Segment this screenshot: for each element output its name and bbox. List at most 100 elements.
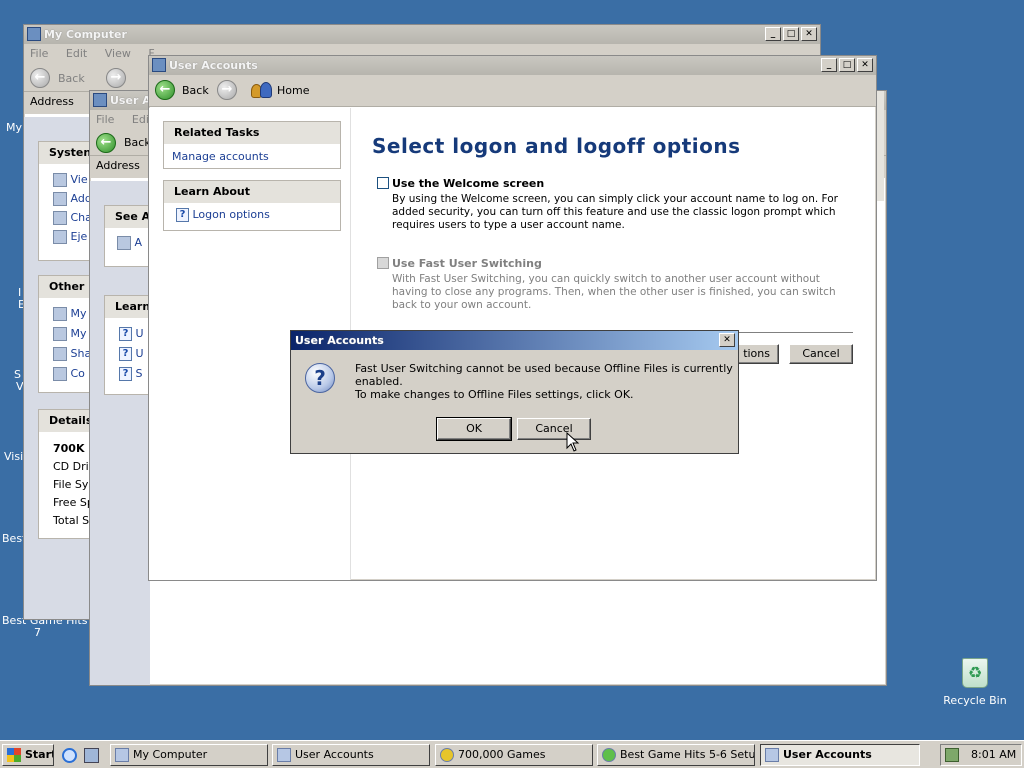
accounts-icon <box>117 236 131 250</box>
user-accounts-mid-title: User A <box>110 94 151 107</box>
mid-learn-item-2[interactable]: U <box>136 347 144 360</box>
close-button[interactable]: ✕ <box>857 58 873 72</box>
other-place-4[interactable]: Co <box>71 367 85 380</box>
mid-menu-file[interactable]: File <box>96 113 114 126</box>
my-computer-titlebar[interactable]: My Computer _ □ ✕ <box>24 25 820 44</box>
welcome-screen-label[interactable]: Use the Welcome screen <box>392 177 544 190</box>
user-accounts-titlebar[interactable]: User Accounts _ □ ✕ <box>149 56 876 75</box>
forward-arrow-icon[interactable]: → <box>106 68 126 88</box>
back-label[interactable]: Back <box>182 84 209 97</box>
cancel-button[interactable]: Cancel <box>789 344 853 364</box>
menu-edit[interactable]: Edit <box>66 47 87 60</box>
user-accounts-window[interactable]: User Accounts _ □ ✕ ← Back → Home Relate… <box>148 55 877 581</box>
mid-learn-item-3[interactable]: S <box>136 367 143 380</box>
dialog-message: Fast User Switching cannot be used becau… <box>355 362 733 388</box>
help-icon: ? <box>119 347 132 361</box>
home-label[interactable]: Home <box>277 84 309 97</box>
home-users-icon[interactable] <box>251 81 273 99</box>
ok-button[interactable]: OK <box>436 417 512 441</box>
users-icon <box>765 748 779 762</box>
task-700000-games-label: 700,000 Games <box>458 748 546 761</box>
network-icon <box>53 307 67 321</box>
game-disc-icon <box>440 748 454 762</box>
windows-logo-icon <box>7 748 21 762</box>
task-700000-games[interactable]: 700,000 Games <box>435 744 593 766</box>
my-computer-title: My Computer <box>44 28 127 41</box>
maximize-button[interactable]: □ <box>839 58 855 72</box>
task-my-computer[interactable]: My Computer <box>110 744 268 766</box>
learn-about-panel: Learn About ? Logon options <box>163 180 341 231</box>
recycle-bin-icon: ♻ <box>962 658 988 688</box>
learn-about-heading: Learn About <box>164 181 340 203</box>
clock[interactable]: 8:01 AM <box>971 748 1016 761</box>
system-task-4[interactable]: Eje <box>71 230 88 243</box>
quick-launch-ie-icon[interactable] <box>62 748 77 763</box>
mid-see-also-panel: See A A <box>104 205 152 267</box>
help-icon: ? <box>119 327 132 341</box>
computer-icon <box>27 27 41 41</box>
other-place-2[interactable]: My <box>71 327 87 340</box>
mid-menu-edit[interactable]: Edi <box>132 113 149 126</box>
documents-icon <box>53 327 67 341</box>
task-best-game-hits[interactable]: Best Game Hits 5-6 Setup <box>597 744 755 766</box>
quick-launch-desktop-icon[interactable] <box>84 748 99 763</box>
task-user-accounts-2-label: User Accounts <box>783 748 872 761</box>
start-button[interactable]: Start <box>2 744 54 766</box>
minimize-button[interactable]: _ <box>765 27 781 41</box>
system-task-1[interactable]: Vie <box>71 173 88 186</box>
desktop-label-my[interactable]: My <box>6 121 22 134</box>
desktop-label-7[interactable]: 7 <box>34 626 41 639</box>
maximize-button[interactable]: □ <box>783 27 799 41</box>
users-icon <box>152 58 166 72</box>
question-icon: ? <box>305 363 335 393</box>
fast-user-switching-checkbox[interactable] <box>377 257 389 269</box>
recycle-bin[interactable]: ♻ Recycle Bin <box>940 656 1010 708</box>
fast-user-switching-desc: With Fast User Switching, you can quickl… <box>392 273 836 311</box>
users-icon <box>277 748 291 762</box>
folder-icon <box>53 347 67 361</box>
mid-learn-heading[interactable]: Learn <box>105 296 151 318</box>
manage-accounts-link[interactable]: Manage accounts <box>164 144 340 163</box>
back-label[interactable]: Back <box>58 72 85 85</box>
back-arrow-icon[interactable]: ← <box>96 133 116 153</box>
menu-view[interactable]: View <box>105 47 131 60</box>
recycle-bin-label: Recycle Bin <box>943 694 1007 707</box>
other-place-1[interactable]: My <box>71 307 87 320</box>
address-label: Address <box>30 95 74 108</box>
fast-user-switching-label[interactable]: Use Fast User Switching <box>392 257 542 270</box>
view-system-icon <box>53 173 67 187</box>
close-button[interactable]: ✕ <box>801 27 817 41</box>
related-tasks-panel: Related Tasks Manage accounts <box>163 121 341 169</box>
main-heading: Select logon and logoff options <box>372 134 741 158</box>
users-icon <box>93 93 107 107</box>
logon-options-link[interactable]: Logon options <box>193 208 270 221</box>
mid-address-label: Address <box>96 159 140 172</box>
help-icon: ? <box>119 367 132 381</box>
back-arrow-icon[interactable]: ← <box>155 80 175 100</box>
system-tray: 8:01 AM <box>940 744 1022 766</box>
mid-learn-panel: Learn ? U ? U ? S <box>104 295 152 395</box>
dialog-titlebar[interactable]: User Accounts ✕ <box>291 331 738 350</box>
network-tray-icon[interactable] <box>945 748 959 762</box>
task-user-accounts-1[interactable]: User Accounts <box>272 744 430 766</box>
dialog-close-button[interactable]: ✕ <box>719 333 735 347</box>
mid-see-also-heading[interactable]: See A <box>105 206 151 228</box>
back-arrow-icon[interactable]: ← <box>30 68 50 88</box>
forward-arrow-icon[interactable]: → <box>217 80 237 100</box>
front-toolbar: ← Back → Home <box>149 75 876 107</box>
dialog-sub-message: To make changes to Offline Files setting… <box>355 388 634 401</box>
offline-files-dialog[interactable]: User Accounts ✕ ? Fast User Switching ca… <box>290 330 739 454</box>
task-user-accounts-2[interactable]: User Accounts <box>760 744 920 766</box>
add-remove-icon <box>53 192 67 206</box>
menu-file[interactable]: File <box>30 47 48 60</box>
mid-back-label[interactable]: Back <box>124 136 151 149</box>
welcome-screen-desc: By using the Welcome screen, you can sim… <box>392 193 838 231</box>
setup-icon <box>602 748 616 762</box>
welcome-screen-checkbox[interactable] <box>377 177 389 189</box>
task-best-game-hits-label: Best Game Hits 5-6 Setup <box>620 748 755 761</box>
eject-icon <box>53 230 67 244</box>
mid-learn-item-1[interactable]: U <box>136 327 144 340</box>
mid-see-also-item[interactable]: A <box>135 236 143 249</box>
minimize-button[interactable]: _ <box>821 58 837 72</box>
taskbar: Start My Computer User Accounts 700,000 … <box>0 740 1024 768</box>
